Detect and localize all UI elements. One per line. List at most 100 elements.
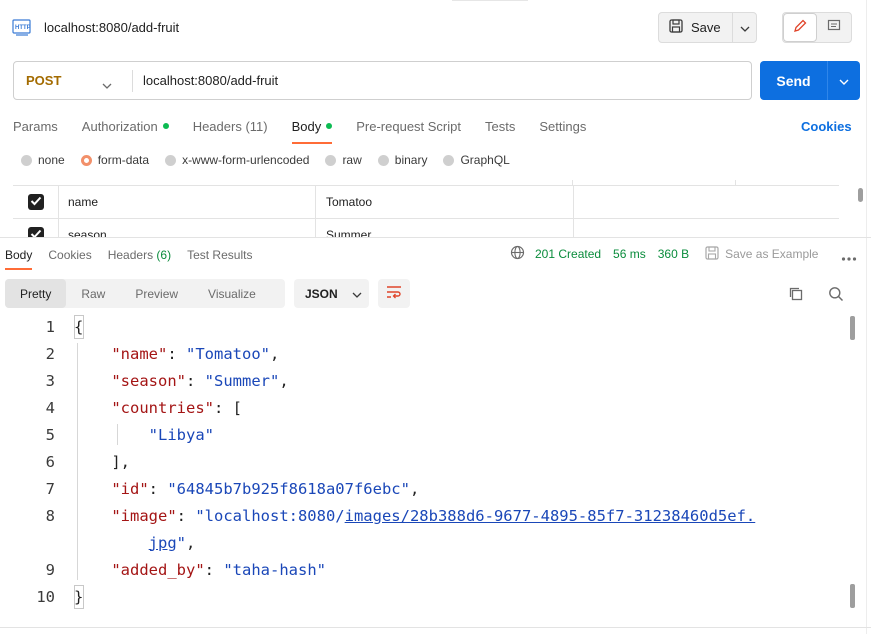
response-tab-headers[interactable]: Headers (6) [108, 248, 171, 262]
tab-strip-edge [452, 0, 528, 3]
globe-icon[interactable] [510, 245, 525, 263]
tab-label: Tests [485, 118, 516, 134]
window-edge [866, 0, 867, 634]
radio-label: GraphQL [460, 153, 510, 167]
save-options-button[interactable] [733, 13, 756, 42]
code-text: jpg", [74, 533, 196, 552]
json-link[interactable]: jpg [149, 534, 177, 552]
copy-icon[interactable] [788, 286, 804, 305]
response-size[interactable]: 360 B [658, 247, 689, 261]
response-tab-cookies[interactable]: Cookies [48, 248, 91, 262]
json-string: "localhost:8080/ [195, 506, 345, 525]
method-select[interactable]: POST [14, 62, 132, 99]
more-options-icon[interactable] [841, 250, 857, 265]
indent-guide [77, 343, 78, 580]
description-cell[interactable] [574, 186, 839, 218]
view-tab-raw[interactable]: Raw [66, 279, 120, 308]
edit-mode-button[interactable] [783, 13, 817, 42]
form-table-scrollbar[interactable] [858, 188, 863, 202]
cookies-link[interactable]: Cookies [801, 116, 852, 136]
response-time[interactable]: 56 ms [613, 247, 646, 261]
send-button[interactable]: Send [760, 61, 828, 100]
send-options-button[interactable] [828, 61, 860, 100]
code-scrollbar[interactable] [850, 316, 855, 340]
radio-label: binary [394, 153, 428, 167]
tab-label: Params [13, 118, 58, 134]
save-as-example-button[interactable]: Save as Example [705, 245, 818, 263]
code-line: jpg", [0, 529, 860, 556]
code-scrollbar[interactable] [850, 584, 855, 608]
json-link[interactable]: images/28b388d6-9677-4895-85f7-31238460d… [345, 507, 756, 525]
chevron-down-icon [740, 20, 750, 35]
key-cell[interactable]: name [59, 186, 316, 218]
json-key: "id" [111, 479, 149, 498]
response-tab-test-results[interactable]: Test Results [187, 248, 252, 262]
http-badge-text: HTTP [15, 25, 31, 31]
chevron-down-icon [839, 73, 849, 88]
row-enabled-checkbox[interactable] [27, 194, 44, 210]
bracket-match-highlight [74, 585, 84, 609]
json-punctuation [74, 345, 111, 363]
tab-params[interactable]: Params [13, 116, 58, 136]
description-cell[interactable] [574, 219, 839, 237]
pane-divider[interactable] [0, 237, 871, 238]
tab-pre-request-script[interactable]: Pre-request Script [356, 116, 461, 136]
radio-raw[interactable]: raw [325, 153, 362, 167]
radio-x-www-form-urlencoded[interactable]: x-www-form-urlencoded [165, 153, 309, 167]
tab-tests[interactable]: Tests [485, 116, 515, 136]
save-button[interactable]: Save [659, 13, 733, 42]
checkmark-icon [30, 195, 42, 209]
tab-headers[interactable]: Headers (11) [193, 116, 268, 136]
tab-body[interactable]: Body [291, 116, 333, 144]
tab-label: Settings [539, 118, 587, 134]
json-key: "name" [111, 344, 168, 363]
row-checkbox-cell [13, 219, 59, 237]
table-row: name Tomatoo [13, 186, 839, 219]
tab-label: Headers [192, 118, 242, 134]
line-number: 6 [45, 452, 55, 471]
json-key: "added_by" [111, 560, 205, 579]
code-text: "id": "64845b7b925f8618a07f6ebc", [74, 480, 419, 498]
key-cell[interactable]: season [59, 219, 316, 237]
json-punctuation: : [204, 560, 224, 579]
tab-settings[interactable]: Settings [539, 116, 586, 136]
view-tab-pretty[interactable]: Pretty [5, 279, 67, 308]
active-indicator-dot [162, 123, 169, 129]
json-punctuation [74, 561, 111, 579]
format-select[interactable]: JSON [294, 279, 369, 308]
save-icon [705, 245, 719, 263]
code-line: 3 "season": "Summer", [0, 367, 860, 394]
view-tab-visualize[interactable]: Visualize [193, 279, 271, 308]
wrap-lines-button[interactable] [378, 279, 410, 308]
view-tab-preview[interactable]: Preview [120, 279, 193, 308]
line-number: 5 [45, 425, 55, 444]
response-tab-body[interactable]: Body [5, 248, 33, 270]
code-text: ], [74, 453, 130, 471]
radio-form-data[interactable]: form-data [80, 153, 149, 167]
json-punctuation: , [270, 344, 280, 363]
response-code-editor[interactable]: 1{2 "name": "Tomatoo", 3 "season": "Summe… [0, 313, 860, 613]
json-string: " [176, 533, 186, 552]
url-input[interactable]: localhost:8080/add-fruit [133, 73, 278, 88]
radio-graphql[interactable]: GraphQL [443, 153, 510, 167]
radio-none[interactable]: none [21, 153, 65, 167]
value-cell[interactable]: Summer [316, 219, 574, 237]
value-cell[interactable]: Tomatoo [316, 186, 574, 218]
row-enabled-checkbox[interactable] [27, 227, 44, 237]
docs-mode-button[interactable] [817, 13, 851, 42]
tab-count: (11) [241, 118, 268, 134]
request-title[interactable]: localhost:8080/add-fruit [44, 20, 179, 35]
json-punctuation: : [185, 371, 205, 390]
radio-indicator [325, 154, 337, 166]
method-label: POST [26, 73, 62, 88]
search-icon[interactable] [828, 286, 844, 305]
tab-authorization[interactable]: Authorization [82, 116, 169, 136]
json-punctuation: : [148, 479, 168, 498]
radio-binary[interactable]: binary [377, 153, 428, 167]
status-code[interactable]: 201 Created [535, 247, 601, 261]
tab-label: Authorization [81, 118, 158, 134]
bottom-divider [0, 627, 871, 628]
chevron-down-icon [102, 77, 112, 92]
code-text: "added_by": "taha-hash" [74, 561, 326, 579]
json-key: "image" [111, 506, 177, 525]
